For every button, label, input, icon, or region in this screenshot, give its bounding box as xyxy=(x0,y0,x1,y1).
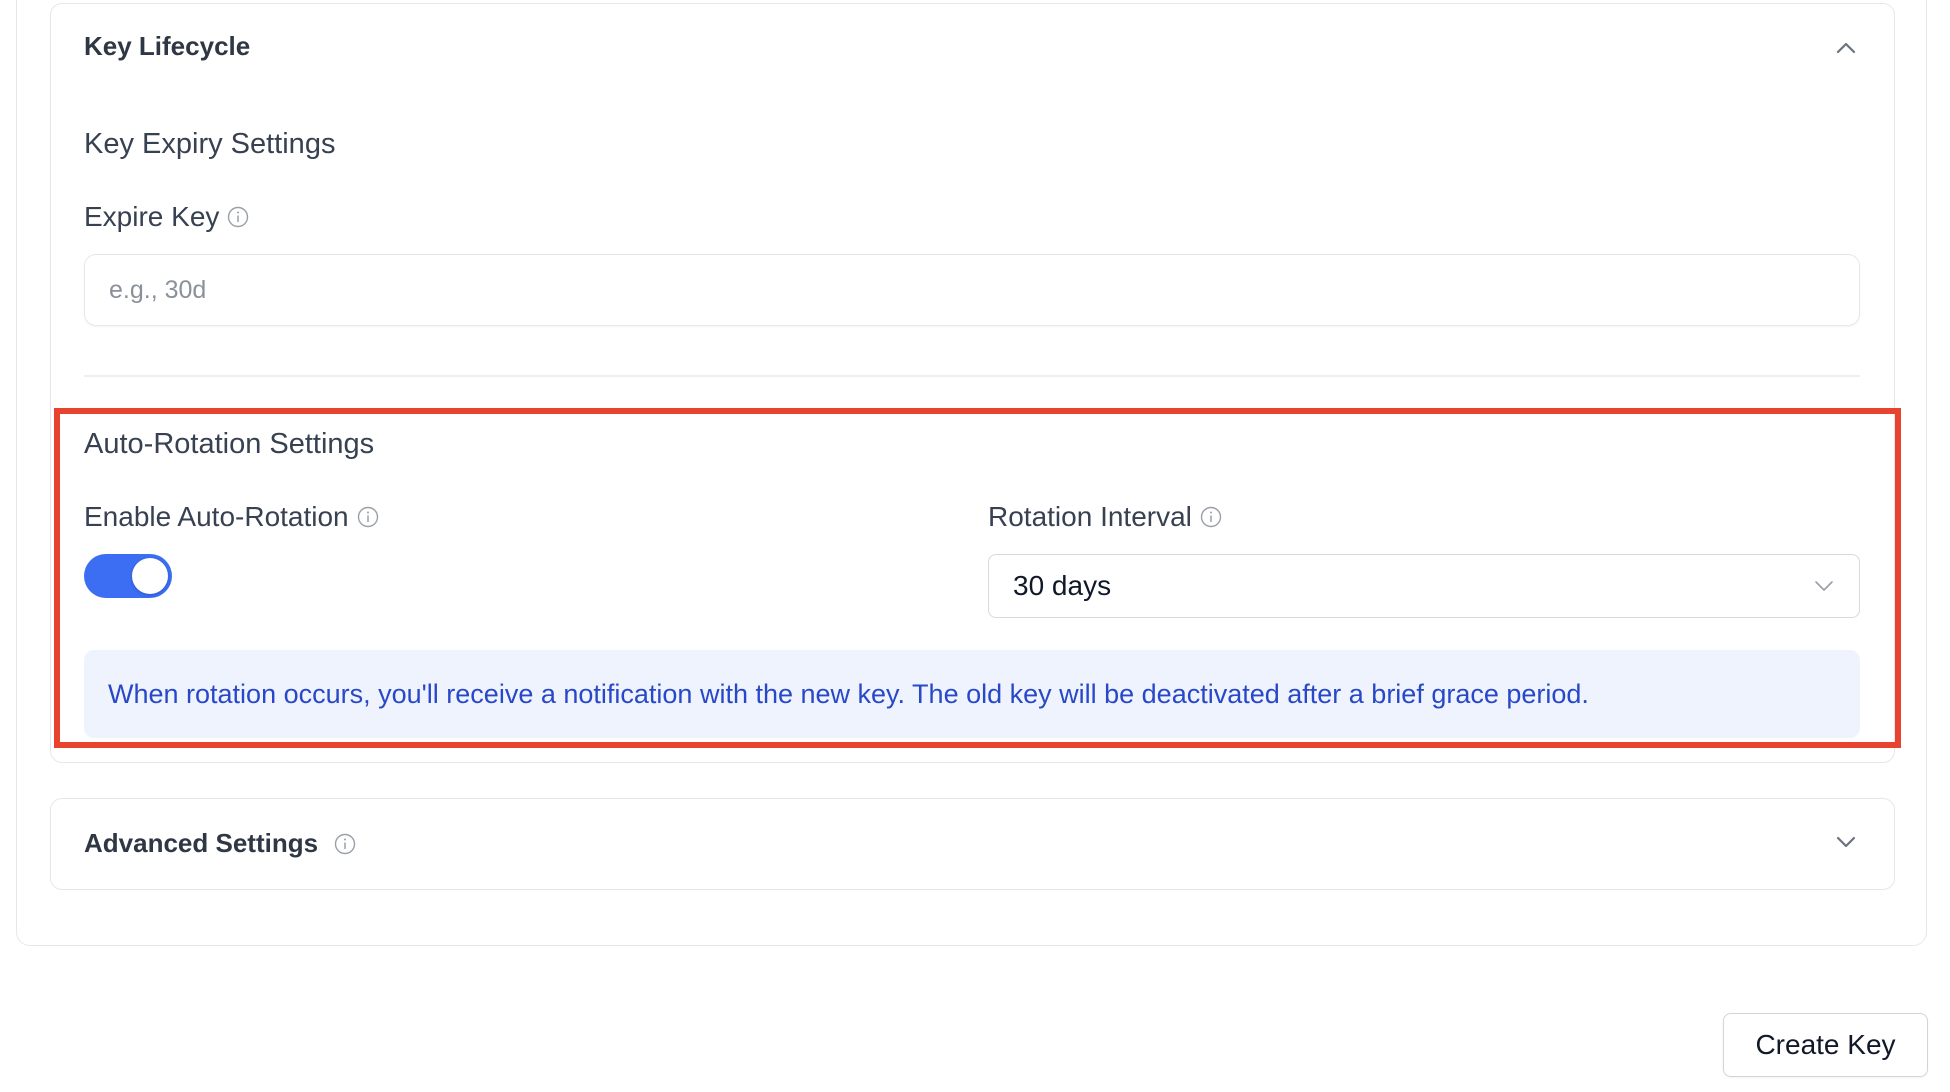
expire-key-input[interactable] xyxy=(84,254,1860,326)
info-icon[interactable] xyxy=(334,833,356,855)
rotation-interval-value: 30 days xyxy=(1013,570,1112,601)
info-icon[interactable] xyxy=(227,206,249,228)
chevron-down-icon xyxy=(1815,581,1833,591)
toggle-knob xyxy=(132,558,168,594)
rotation-notice: When rotation occurs, you'll receive a n… xyxy=(84,650,1860,738)
enable-auto-rotation-label-text: Enable Auto-Rotation xyxy=(84,501,349,532)
key-expiry-heading: Key Expiry Settings xyxy=(84,128,336,160)
enable-auto-rotation-label: Enable Auto-Rotation xyxy=(84,501,379,533)
advanced-settings-title: Advanced Settings xyxy=(84,828,319,858)
expire-key-label-text: Expire Key xyxy=(84,201,220,232)
chevron-up-icon[interactable] xyxy=(1834,36,1858,60)
section-divider xyxy=(84,375,1860,377)
chevron-down-icon[interactable] xyxy=(1834,830,1858,854)
auto-rotation-toggle[interactable] xyxy=(84,554,172,598)
rotation-interval-select[interactable]: 30 days xyxy=(988,554,1860,618)
expire-key-label: Expire Key xyxy=(84,201,249,233)
rotation-interval-label: Rotation Interval xyxy=(988,501,1222,533)
key-lifecycle-panel xyxy=(50,3,1895,763)
key-lifecycle-title[interactable]: Key Lifecycle xyxy=(84,31,250,62)
auto-rotation-heading: Auto-Rotation Settings xyxy=(84,428,375,460)
advanced-settings-header[interactable]: Advanced Settings xyxy=(84,828,356,859)
info-icon[interactable] xyxy=(357,506,379,528)
create-key-button[interactable]: Create Key xyxy=(1723,1013,1928,1077)
rotation-interval-label-text: Rotation Interval xyxy=(988,501,1192,532)
info-icon[interactable] xyxy=(1200,506,1222,528)
